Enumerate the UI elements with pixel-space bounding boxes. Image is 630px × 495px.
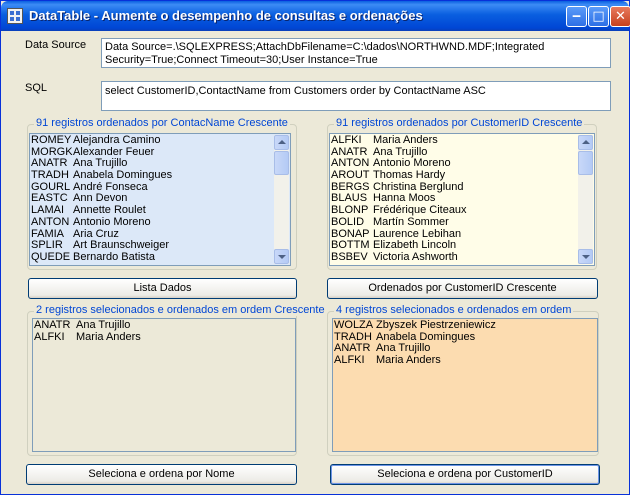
list-item[interactable]: BOLID Martín Sommer: [331, 215, 578, 229]
item-id: AROUT: [331, 169, 370, 182]
item-id: ALFKI: [334, 354, 365, 367]
item-id: ROMEY: [31, 134, 72, 146]
item-id: QUEDE: [31, 250, 71, 263]
list-by-id-scrollbar[interactable]: [578, 135, 593, 264]
ordenados-customerid-button[interactable]: Ordenados por CustomerID Crescente: [327, 278, 598, 299]
item-name: Bernardo Batista: [73, 250, 155, 263]
chevron-down-icon: [278, 255, 286, 259]
item-name: Zbyszek Piestrzeniewicz: [376, 319, 496, 331]
list-item[interactable]: MORGK Alexander Feuer: [31, 146, 274, 159]
group-by-name-title: 91 registros ordenados por ContacName Cr…: [34, 117, 290, 129]
seleciona-nome-button[interactable]: Seleciona e ordena por Nome: [26, 464, 297, 485]
sql-label: SQL: [25, 82, 48, 94]
list-by-name[interactable]: ROMEY Alejandra Camino MORGK Alexander Feue…: [29, 133, 291, 266]
group-selected-asc-title: 2 registros selecionados e ordenados em …: [34, 304, 327, 316]
item-name: Martín Sommer: [373, 215, 449, 228]
group-by-id: 91 registros ordenados por CustomerID Cr…: [327, 117, 597, 270]
list-item[interactable]: WOLZA Zbyszek Piestrzeniewicz: [334, 319, 596, 332]
list-item[interactable]: ROMEY Alejandra Camino: [31, 134, 274, 147]
item-name: Ana Trujillo: [76, 319, 131, 331]
scroll-thumb[interactable]: [578, 151, 593, 175]
list-item[interactable]: ALFKI Maria Anders: [331, 134, 578, 147]
seleciona-customerid-button[interactable]: Seleciona e ordena por CustomerID: [330, 464, 600, 485]
group-by-id-title: 91 registros ordenados por CustomerID Cr…: [334, 117, 585, 129]
list-item[interactable]: ALFKI Maria Anders: [34, 330, 294, 344]
item-name: Thomas Hardy: [373, 169, 446, 182]
group-selected-order: 4 registros selecionados e ordenados em …: [327, 304, 599, 456]
list-item[interactable]: TRADH Anabela Domingues: [31, 169, 274, 182]
chevron-up-icon: [278, 140, 286, 144]
scroll-down-button[interactable]: [578, 249, 593, 264]
chevron-up-icon: [582, 140, 590, 144]
sql-input[interactable]: select CustomerID,ContactName from Custo…: [101, 81, 611, 111]
list-item[interactable]: ANATR Ana Trujillo: [334, 343, 596, 355]
chevron-down-icon: [582, 255, 590, 259]
list-by-name-scrollbar[interactable]: [274, 135, 289, 264]
list-item[interactable]: ANTON Antonio Moreno: [31, 215, 274, 229]
list-item[interactable]: BLONP Frédérique Citeaux: [331, 204, 578, 217]
data-source-label: Data Source: [25, 39, 87, 51]
item-id: ANTON: [31, 215, 70, 228]
list-item[interactable]: ANATR Ana Trujillo: [34, 319, 294, 332]
list-item[interactable]: EASTC Ann Devon: [31, 193, 274, 205]
group-selected-order-title: 4 registros selecionados e ordenados em …: [334, 304, 574, 316]
list-item[interactable]: BERGS Christina Berglund: [331, 181, 578, 194]
item-id: TRADH: [31, 169, 69, 182]
list-selected-order[interactable]: WOLZA Zbyszek Piestrzeniewicz TRADH Anabela…: [332, 318, 598, 452]
scroll-up-button[interactable]: [578, 135, 593, 150]
app-icon: [7, 8, 23, 24]
item-id: BSBEV: [331, 250, 368, 263]
window-title: DataTable - Aumente o desempenho de cons…: [29, 8, 423, 23]
list-item[interactable]: QUEDE Bernardo Batista: [31, 250, 274, 264]
group-selected-asc: 2 registros selecionados e ordenados em …: [27, 304, 327, 456]
group-by-name: 91 registros ordenados por ContacName Cr…: [27, 117, 297, 270]
item-id: ALFKI: [34, 330, 65, 343]
item-name: Maria Anders: [373, 134, 438, 146]
item-id: ANATR: [34, 319, 71, 331]
minimize-button[interactable]: ‒: [566, 6, 587, 27]
item-name: Victoria Ashworth: [373, 250, 458, 263]
list-selected-asc[interactable]: ANATR Ana Trujillo ALFKI Maria Anders: [32, 318, 296, 452]
item-id: WOLZA: [334, 319, 374, 331]
list-item[interactable]: TRADH Anabela Domingues: [334, 331, 596, 344]
item-name: Anabela Domingues: [73, 169, 173, 182]
main-window: DataTable - Aumente o desempenho de cons…: [0, 0, 630, 495]
list-item[interactable]: AROUT Thomas Hardy: [331, 169, 578, 182]
close-button[interactable]: ✕: [610, 6, 630, 27]
item-name: Maria Anders: [376, 354, 441, 367]
item-name: Maria Anders: [76, 330, 141, 343]
title-bar[interactable]: DataTable - Aumente o desempenho de cons…: [1, 1, 630, 31]
item-name: Alejandra Camino: [73, 134, 161, 146]
item-name: Antonio Moreno: [73, 215, 151, 228]
maximize-button[interactable]: □: [588, 6, 609, 27]
minimize-icon: ‒: [571, 9, 582, 24]
list-item[interactable]: BSBEV Victoria Ashworth: [331, 250, 578, 264]
item-id: BOLID: [331, 215, 365, 228]
list-item[interactable]: ALFKI Maria Anders: [334, 354, 596, 367]
data-source-input[interactable]: Data Source=.\SQLEXPRESS;AttachDbFilenam…: [101, 38, 611, 68]
lista-dados-button[interactable]: Lista Dados: [28, 278, 297, 299]
list-by-id[interactable]: ALFKI Maria Anders ANATR Ana Trujillo ANTON A…: [329, 133, 595, 266]
scroll-thumb[interactable]: [274, 151, 289, 175]
close-icon: ✕: [615, 9, 626, 24]
item-id: ALFKI: [331, 134, 362, 146]
scroll-down-button[interactable]: [274, 249, 289, 264]
scroll-up-button[interactable]: [274, 135, 289, 150]
maximize-icon: □: [592, 9, 605, 24]
